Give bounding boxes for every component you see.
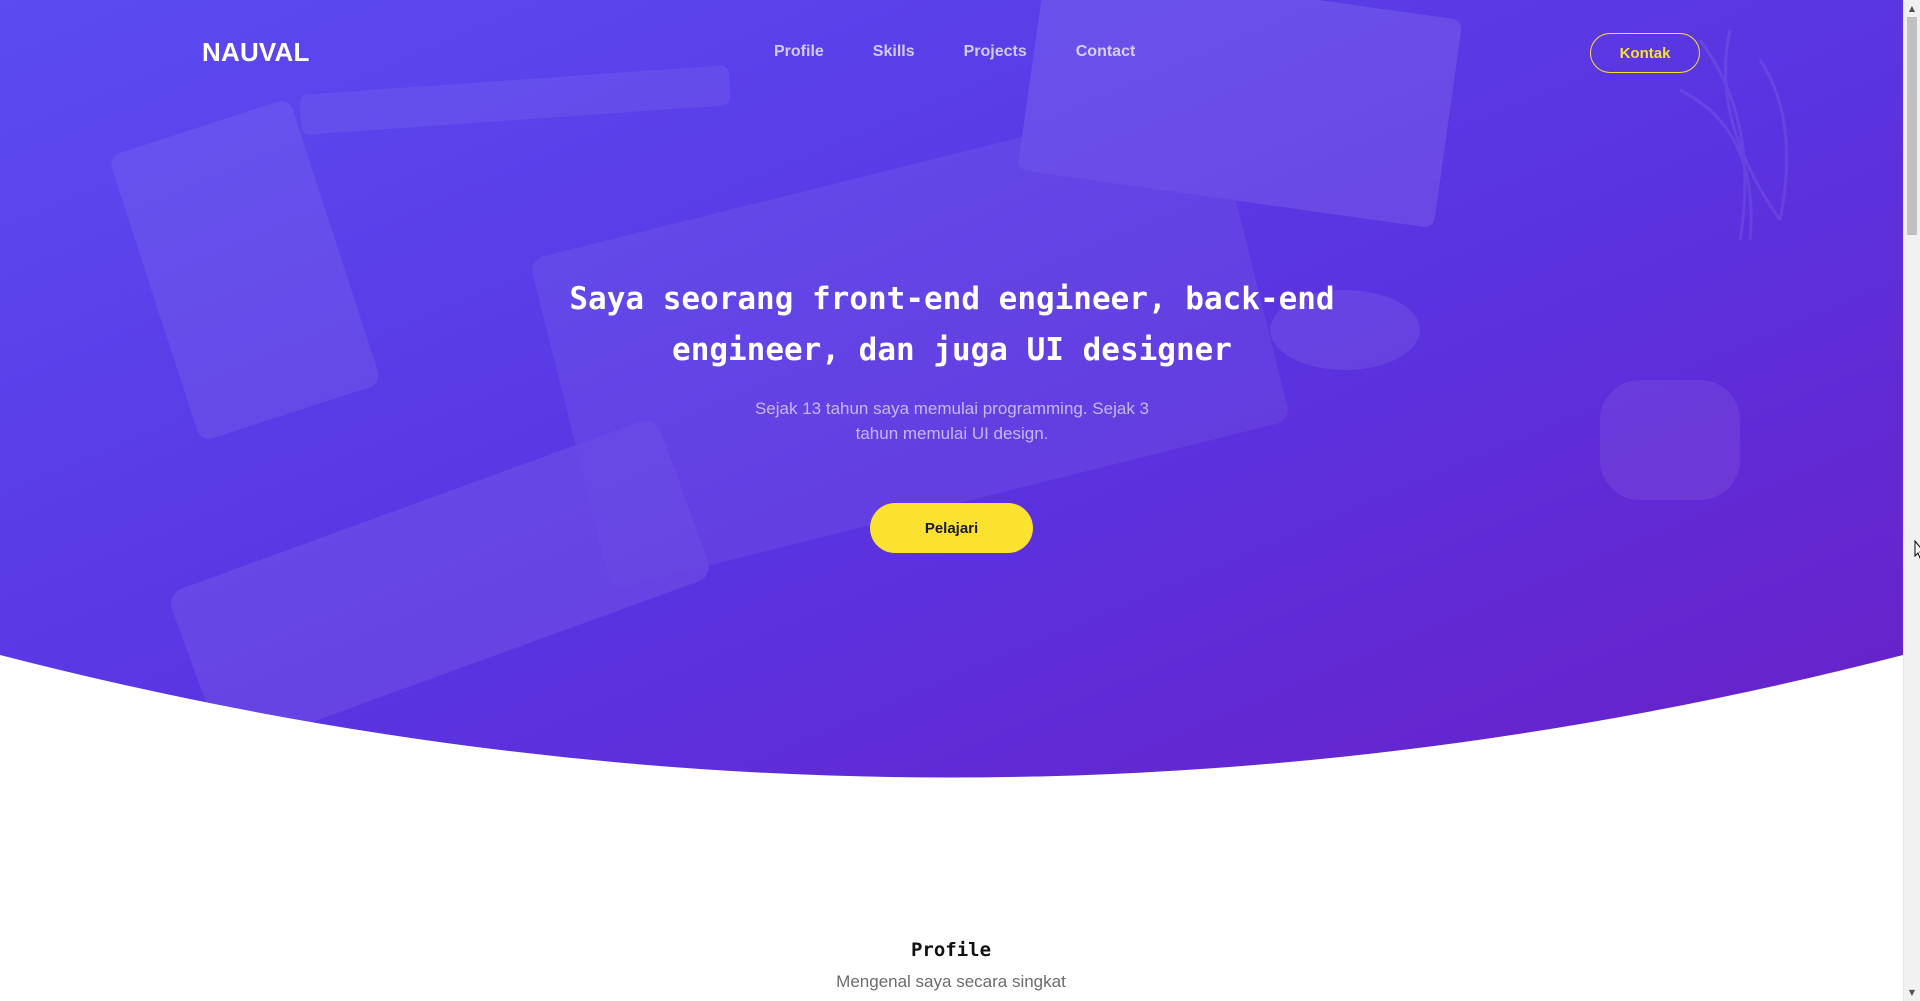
nav-link-projects[interactable]: Projects [964,40,1027,64]
hero-title: Saya seorang front-end engineer, back-en… [569,281,1335,368]
kontak-button[interactable]: Kontak [1590,33,1700,73]
brand-logo[interactable]: NAUVAL [202,34,310,70]
profile-title: Profile [910,939,992,961]
nav-menu: Profile Skills Projects Contact [774,40,1135,64]
page: NAUVAL Profile Skills Projects Contact K… [0,0,1903,1001]
vertical-scrollbar[interactable]: ▲ ▼ [1903,0,1920,1001]
scroll-thumb[interactable] [1907,17,1917,235]
scroll-up-arrow-icon[interactable]: ▲ [1904,0,1920,17]
hero-subtitle: Sejak 13 tahun saya memulai programming.… [754,399,1150,443]
hero-section: NAUVAL Profile Skills Projects Contact K… [0,0,1903,800]
navbar: NAUVAL Profile Skills Projects Contact K… [0,0,1903,104]
scroll-down-arrow-icon[interactable]: ▼ [1904,984,1920,1001]
mouse-cursor-icon [1914,540,1920,559]
pelajari-button[interactable]: Pelajari [870,503,1033,553]
nav-link-skills[interactable]: Skills [873,40,915,64]
nav-link-contact[interactable]: Contact [1076,40,1136,64]
nav-link-profile[interactable]: Profile [774,40,824,64]
profile-subtitle: Mengenal saya secara singkat [836,972,1066,991]
